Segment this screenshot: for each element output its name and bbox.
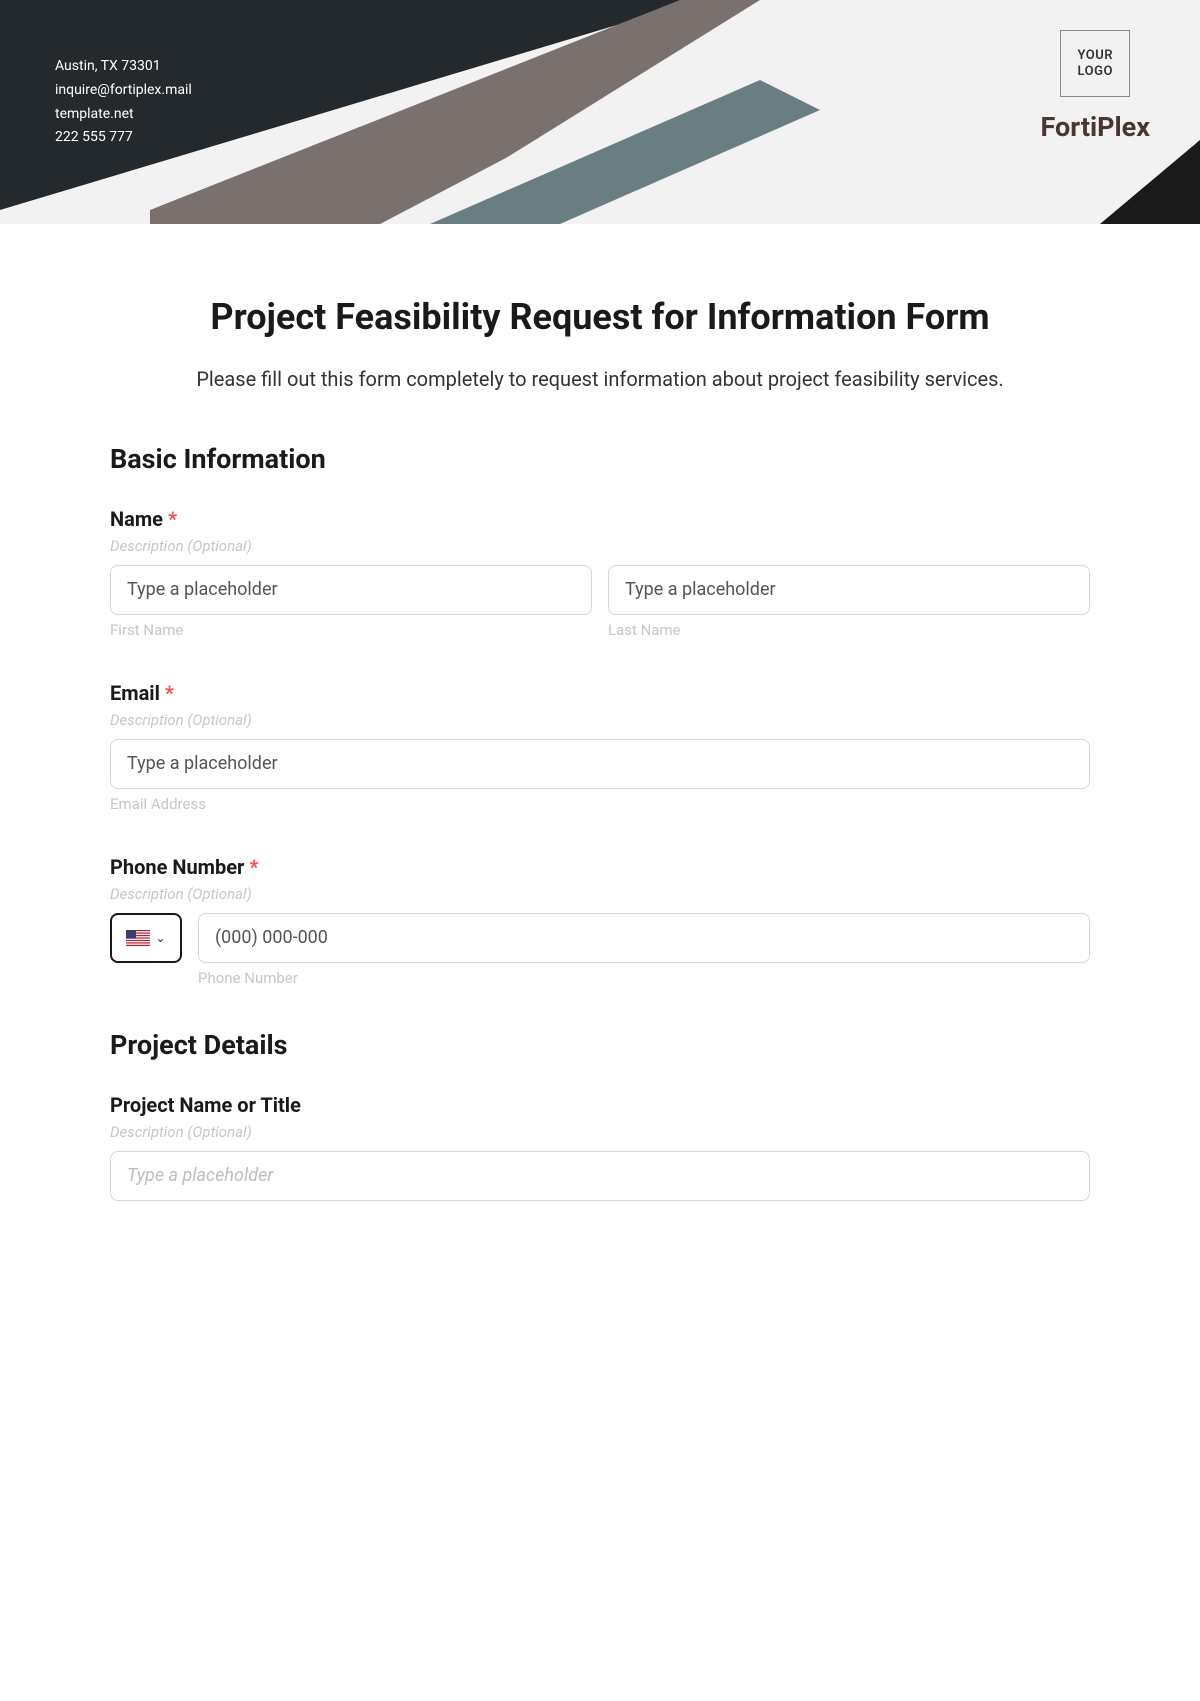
first-name-input[interactable] <box>110 565 592 615</box>
first-name-sublabel: First Name <box>110 621 592 639</box>
required-star: * <box>168 507 177 531</box>
logo-area: YOUR LOGO FortiPlex <box>1041 30 1150 143</box>
required-star: * <box>249 855 258 879</box>
phone-label: Phone Number * <box>110 855 1090 879</box>
contact-website: template.net <box>55 103 192 127</box>
form-title: Project Feasibility Request for Informat… <box>110 294 1090 341</box>
field-project-name: Project Name or Title Description (Optio… <box>110 1093 1090 1201</box>
logo-text-2: LOGO <box>1078 64 1113 80</box>
contact-phone: 222 555 777 <box>55 126 192 150</box>
phone-desc: Description (Optional) <box>110 885 1090 903</box>
form-description: Please fill out this form completely to … <box>110 363 1090 395</box>
field-email: Email * Description (Optional) Email Add… <box>110 681 1090 813</box>
email-input[interactable] <box>110 739 1090 789</box>
form-container: Project Feasibility Request for Informat… <box>0 224 1200 1283</box>
company-name: FortiPlex <box>1041 111 1150 143</box>
field-name: Name * Description (Optional) First Name… <box>110 507 1090 639</box>
name-desc: Description (Optional) <box>110 537 1090 555</box>
required-star: * <box>165 681 174 705</box>
last-name-sublabel: Last Name <box>608 621 1090 639</box>
email-desc: Description (Optional) <box>110 711 1090 729</box>
email-label: Email * <box>110 681 1090 705</box>
page-header: Austin, TX 73301 inquire@fortiplex.mail … <box>0 0 1200 224</box>
section-basic-info: Basic Information <box>110 443 1090 475</box>
contact-info: Austin, TX 73301 inquire@fortiplex.mail … <box>55 55 192 150</box>
last-name-input[interactable] <box>608 565 1090 615</box>
contact-address: Austin, TX 73301 <box>55 55 192 79</box>
country-code-select[interactable]: ⌄ <box>110 913 182 963</box>
phone-sublabel: Phone Number <box>198 969 1090 987</box>
section-project-details: Project Details <box>110 1029 1090 1061</box>
email-sublabel: Email Address <box>110 795 1090 813</box>
logo-placeholder: YOUR LOGO <box>1060 30 1130 97</box>
logo-text-1: YOUR <box>1077 48 1113 64</box>
field-phone: Phone Number * Description (Optional) ⌄ <box>110 855 1090 987</box>
project-name-input[interactable] <box>110 1151 1090 1201</box>
us-flag-icon <box>126 930 150 946</box>
chevron-down-icon: ⌄ <box>155 931 165 945</box>
name-label: Name * <box>110 507 1090 531</box>
phone-input[interactable] <box>198 913 1090 963</box>
project-name-label: Project Name or Title <box>110 1093 1090 1117</box>
project-name-desc: Description (Optional) <box>110 1123 1090 1141</box>
contact-email: inquire@fortiplex.mail <box>55 79 192 103</box>
